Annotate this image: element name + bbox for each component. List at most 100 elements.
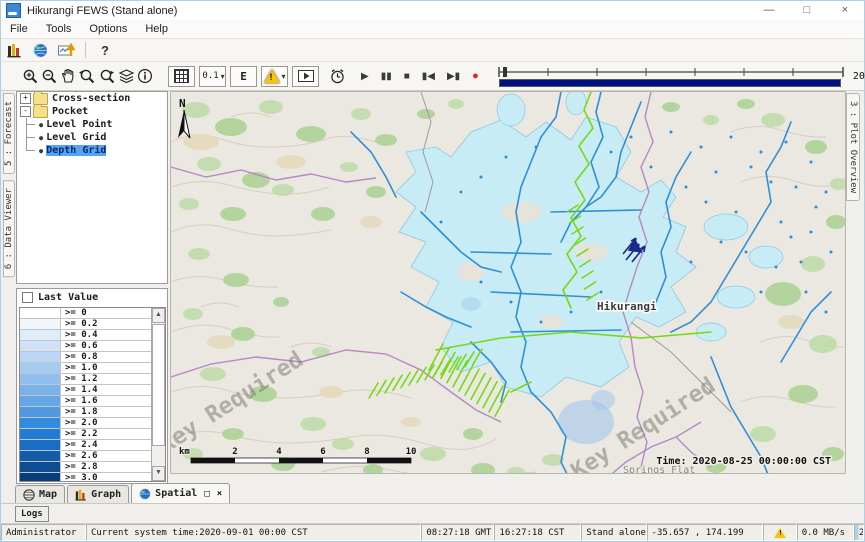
toggle-grid-button[interactable] [168,66,195,87]
legend-scrollbar[interactable]: ▲ ▼ [151,308,165,481]
legend-row[interactable]: >= 2.2 [20,429,151,440]
legend-color-swatch [20,363,61,373]
tree-item-level-point[interactable]: ●Level Point [17,118,167,131]
legend-color-swatch [20,341,61,351]
globe-icon [33,43,48,58]
tab-map[interactable]: Map [15,485,65,503]
left-tab-strip: 5 : Forecast 6 : Data Viewer [1,91,16,484]
map-display-button[interactable] [31,41,49,59]
play-button[interactable]: ▶ [361,71,369,82]
database-display-button[interactable] [5,41,23,59]
map-view[interactable]: Hikurangi Springs Flat API Key Required … [170,91,846,474]
skip-to-end-button[interactable]: ▶▮ [447,71,460,82]
legend-color-swatch [20,473,61,481]
tree-item-level-grid[interactable]: ●Level Grid [17,131,167,144]
tree-item-depth-grid[interactable]: ●Depth Grid [17,144,167,157]
last-value-checkbox[interactable] [22,292,33,303]
legend-row[interactable]: >= 0.4 [20,330,151,341]
decimal-precision-dropdown[interactable]: 0.1 ▾ [199,66,226,87]
time-span-bar [499,79,841,87]
maximize-button[interactable]: □ [788,1,826,20]
north-label: N [179,97,186,110]
scroll-up-icon[interactable]: ▲ [152,308,165,323]
collapse-icon[interactable]: - [20,106,31,117]
zoom-out-button[interactable] [41,66,58,86]
info-button[interactable] [137,66,153,86]
spatial-display-button[interactable] [57,41,75,59]
menu-item-help[interactable]: Help [136,23,177,35]
legend-value-label: >= 2.6 [61,451,98,461]
close-button[interactable]: × [826,1,864,20]
time-slider[interactable] [495,65,847,87]
zoom-in-button[interactable] [22,66,39,86]
legend-row[interactable]: >= 0.2 [20,319,151,330]
legend-row[interactable]: >= 1.4 [20,385,151,396]
legend-value-label: >= 0.4 [61,330,98,340]
zoom-previous-button[interactable] [78,66,96,86]
legend-row[interactable]: >= 0 [20,308,151,319]
legend-value-label: >= 0.2 [61,319,98,329]
legend-value-label: >= 1.0 [61,363,98,373]
animation-button[interactable] [292,66,319,87]
scrollbar-thumb[interactable] [152,324,165,446]
legend-value-label: >= 0 [61,308,87,318]
menu-bar: FileToolsOptionsHelp [1,20,864,39]
status-network-rate: 0.0 MB/s [797,524,854,541]
minimize-button[interactable]: — [750,1,788,20]
help-button[interactable]: ? [96,41,114,59]
record-button[interactable]: ● [472,70,479,82]
menu-item-tools[interactable]: Tools [37,23,81,35]
legend-row[interactable]: >= 0.8 [20,352,151,363]
tab-graph[interactable]: Graph [67,485,129,503]
pause-button[interactable]: ▮▮ [381,71,392,82]
legend-row[interactable]: >= 2.6 [20,451,151,462]
globe-icon [23,489,35,501]
legend-row[interactable]: >= 3.0 [20,473,151,481]
logs-button[interactable]: Logs [15,506,49,522]
legend-row[interactable]: >= 1.6 [20,396,151,407]
scroll-down-icon[interactable]: ▼ [152,466,165,481]
node-dot-icon: ● [39,121,43,129]
status-gmt-time: 08:27:18 GMT [421,524,494,541]
tree-connector [26,118,38,131]
tab-plot-overview[interactable]: 3 : Plot Overview [846,93,860,201]
time-slider-thumb[interactable] [503,67,507,77]
title-bar: Hikurangi FEWS (Stand alone) — □ × [1,1,864,20]
tab-forecast[interactable]: 5 : Forecast [3,93,15,174]
legend-row[interactable]: >= 1.8 [20,407,151,418]
thresholds-dropdown[interactable]: ▾ [261,66,288,87]
legend-row[interactable]: >= 1.0 [20,363,151,374]
legend-value-label: >= 2.2 [61,429,98,439]
tab-restore-icon[interactable]: □ [204,489,209,499]
tab-spatial[interactable]: Spatial □ × [131,483,230,503]
tree-item-pocket[interactable]: -Pocket [17,105,167,118]
legend-value-label: >= 2.4 [61,440,98,450]
status-memory[interactable]: 2.5 GB [854,524,864,541]
legend-table: >= 0>= 0.2>= 0.4>= 0.6>= 0.8>= 1.0>= 1.2… [19,307,166,482]
legend-row[interactable]: >= 2.8 [20,462,151,473]
pan-button[interactable] [60,66,76,86]
menu-item-options[interactable]: Options [80,23,136,35]
stop-button[interactable]: ■ [404,71,410,82]
legend-color-swatch [20,352,61,362]
show-labels-button[interactable]: E [230,66,257,87]
zoom-previous-icon [78,68,96,85]
menu-item-file[interactable]: File [1,23,37,35]
legend-row[interactable]: >= 2.0 [20,418,151,429]
map-time-label: Time: 2020-08-25 00:00:00 CST [656,455,831,467]
zoom-next-button[interactable] [98,66,116,86]
legend-row[interactable]: >= 1.2 [20,374,151,385]
skip-to-start-button[interactable]: ▮◀ [422,71,435,82]
app-logo-icon [6,3,21,18]
layers-button[interactable] [118,66,135,86]
legend-row[interactable]: >= 2.4 [20,440,151,451]
status-warning[interactable] [763,524,797,541]
tab-data-viewer[interactable]: 6 : Data Viewer [3,180,15,277]
legend-row[interactable]: >= 0.6 [20,341,151,352]
tab-graph-label: Graph [91,489,121,500]
legend-value-label: >= 1.6 [61,396,98,406]
time-settings-button[interactable] [329,66,346,86]
tab-close-icon[interactable]: × [217,489,222,499]
expand-icon[interactable]: + [20,93,31,104]
legend-color-swatch [20,418,61,428]
